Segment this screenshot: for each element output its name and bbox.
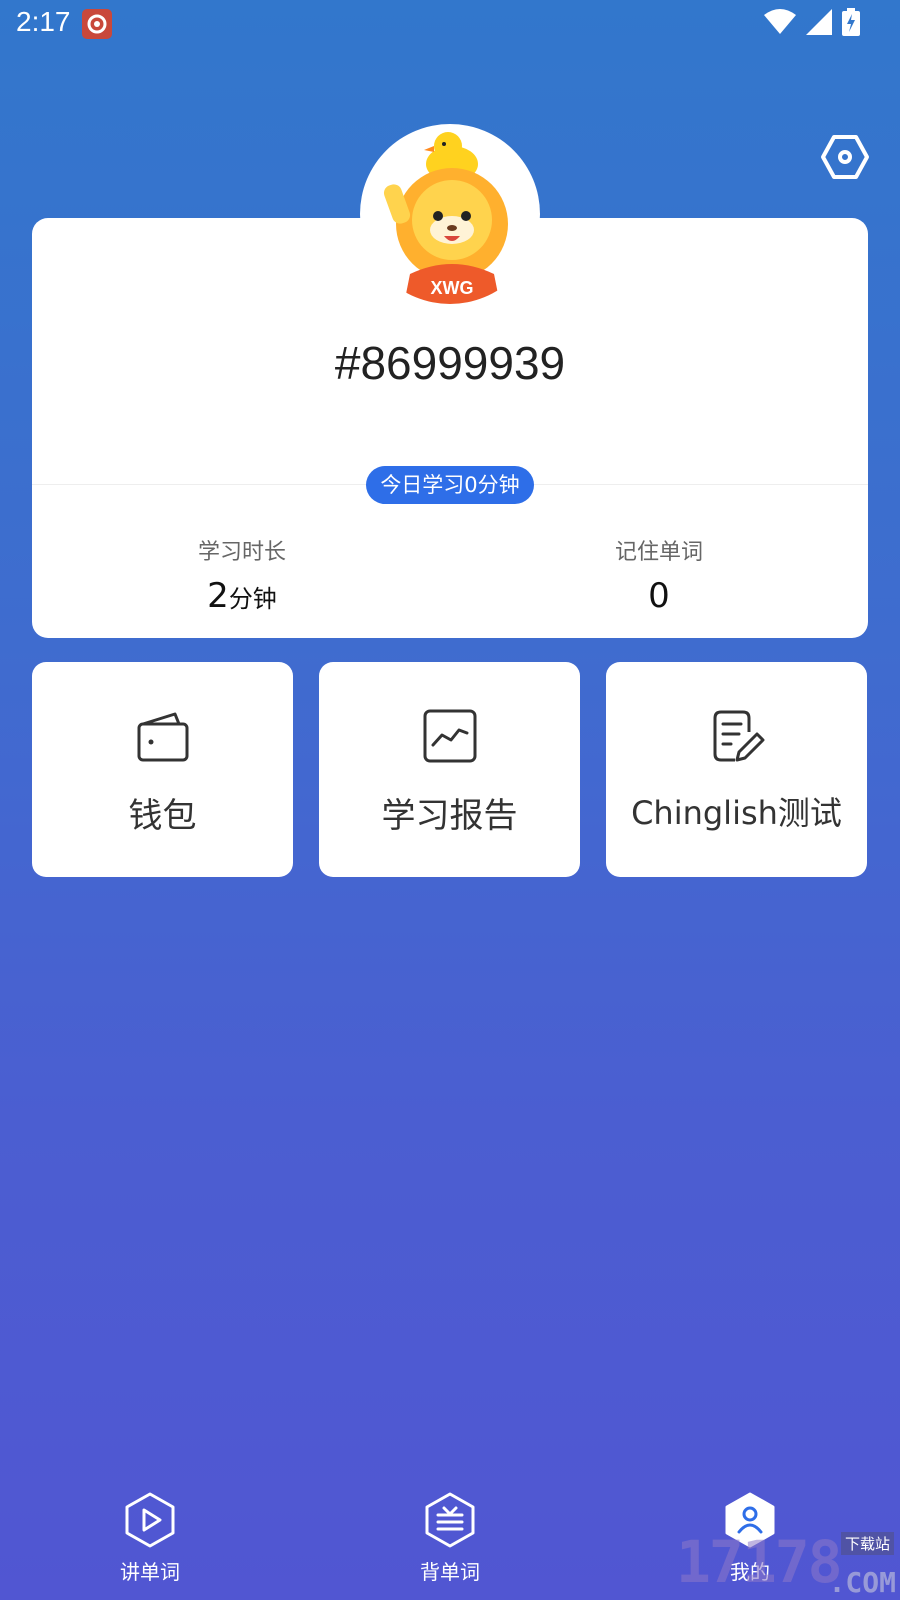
chart-report-icon — [423, 709, 476, 763]
hexagon-settings-icon — [821, 135, 869, 179]
list-hexagon-icon — [425, 1492, 475, 1548]
nav-speak-words[interactable]: 讲单词 — [70, 1490, 230, 1600]
mascot-avatar-icon: XWG — [378, 132, 508, 304]
stat-words-remembered: 记住单词 0 — [509, 534, 809, 616]
stat-duration-unit: 分钟 — [228, 585, 277, 613]
signal-icon — [806, 9, 832, 39]
watermark: 17178 下载站 .COM — [676, 1528, 900, 1600]
stat-words-value: 0 — [648, 576, 670, 616]
stat-duration-label: 学习时长 — [197, 540, 286, 565]
nav-memorize-label: 背单词 — [420, 1560, 480, 1584]
nav-memorize-words[interactable]: 背单词 — [370, 1490, 530, 1600]
svg-text:XWG: XWG — [431, 278, 474, 298]
stat-duration-value-wrap: 2分钟 — [92, 576, 392, 616]
wallet-tile[interactable]: 钱包 — [32, 662, 293, 877]
stat-study-duration: 学习时长 2分钟 — [92, 534, 392, 616]
nav-speak-label: 讲单词 — [120, 1560, 180, 1584]
avatar[interactable]: XWG — [360, 124, 540, 304]
watermark-sub: 下载站 — [840, 1532, 894, 1555]
play-hexagon-icon — [125, 1492, 175, 1548]
wallet-icon — [137, 712, 188, 762]
study-report-tile[interactable]: 学习报告 — [319, 662, 580, 877]
wallet-label: 钱包 — [128, 796, 197, 836]
watermark-main: 17178 — [676, 1528, 843, 1596]
user-id: #86999939 — [334, 337, 566, 389]
chinglish-test-label: Chinglish测试 — [631, 794, 842, 832]
edit-document-icon — [713, 710, 764, 762]
chinglish-test-tile[interactable]: Chinglish测试 — [606, 662, 867, 877]
stat-duration-value: 2 — [207, 576, 229, 616]
battery-charging-icon — [842, 8, 860, 40]
status-time: 2:17 — [16, 6, 71, 37]
today-study-badge: 今日学习0分钟 — [366, 466, 534, 504]
study-report-label: 学习报告 — [381, 796, 518, 836]
wifi-icon — [764, 9, 796, 39]
settings-button[interactable] — [818, 130, 872, 184]
stat-words-label: 记住单词 — [614, 540, 703, 565]
watermark-com: .COM — [828, 1566, 896, 1599]
status-bar: 2:17 — [0, 0, 900, 50]
notification-app-icon — [82, 9, 112, 39]
